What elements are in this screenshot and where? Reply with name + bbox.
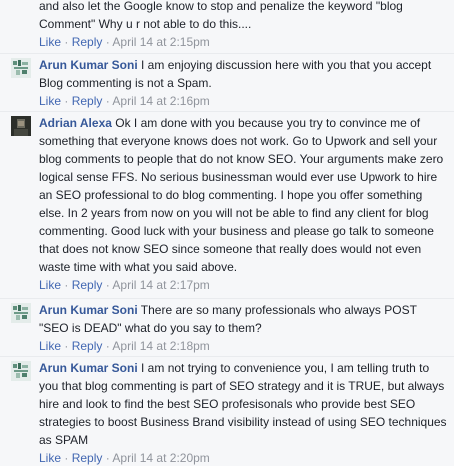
comment-author[interactable]: Adrian Alexa [39, 116, 112, 130]
like-link[interactable]: Like [39, 35, 61, 49]
comment-actions: Like · Reply · April 14 at 2:15pm [39, 34, 448, 50]
avatar[interactable] [11, 116, 31, 136]
like-link[interactable]: Like [39, 278, 61, 292]
separator-dot: · [105, 339, 110, 353]
comment-actions: Like · Reply · April 14 at 2:18pm [39, 338, 448, 354]
avatar[interactable] [11, 361, 31, 381]
reply-link[interactable]: Reply [72, 94, 103, 108]
comment-timestamp[interactable]: April 14 at 2:15pm [112, 35, 209, 49]
reply-link[interactable]: Reply [72, 278, 103, 292]
comment-timestamp[interactable]: April 14 at 2:18pm [112, 339, 209, 353]
separator-dot: · [64, 94, 69, 108]
comment-timestamp[interactable]: April 14 at 2:20pm [112, 451, 209, 465]
comment-text: Adrian Alexa Ok I am done with you becau… [39, 114, 448, 276]
comment-actions: Like · Reply · April 14 at 2:16pm [39, 93, 448, 109]
profile-photo-icon [11, 116, 31, 136]
comment-actions: Like · Reply · April 14 at 2:20pm [39, 450, 448, 466]
comment-author[interactable]: Arun Kumar Soni [39, 303, 138, 317]
avatar[interactable] [11, 58, 31, 78]
separator-dot: · [64, 35, 69, 49]
separator-dot: · [105, 451, 110, 465]
comment-text: Arun Kumar Soni I am enjoying discussion… [39, 56, 448, 92]
comment-actions: Like · Reply · April 14 at 2:17pm [39, 277, 448, 293]
comment-text: Arun Kumar Soni I am not trying to conve… [39, 359, 448, 449]
divider [0, 298, 454, 299]
comment-thread: and also let the Google know to stop and… [0, 0, 454, 465]
reply-link[interactable]: Reply [72, 451, 103, 465]
separator-dot: · [64, 451, 69, 465]
like-link[interactable]: Like [39, 339, 61, 353]
profile-photo-icon [11, 361, 31, 381]
profile-photo-icon [11, 303, 31, 323]
profile-photo-icon [11, 58, 31, 78]
separator-dot: · [105, 35, 110, 49]
comment-text: Arun Kumar Soni There are so many profes… [39, 301, 448, 337]
comment-timestamp[interactable]: April 14 at 2:17pm [112, 278, 209, 292]
comment-author[interactable]: Arun Kumar Soni [39, 361, 138, 375]
separator-dot: · [64, 339, 69, 353]
divider [0, 356, 454, 357]
comment-text: and also let the Google know to stop and… [39, 0, 403, 31]
separator-dot: · [105, 278, 110, 292]
comment-timestamp[interactable]: April 14 at 2:16pm [112, 94, 209, 108]
divider [0, 111, 454, 112]
like-link[interactable]: Like [39, 451, 61, 465]
reply-link[interactable]: Reply [72, 339, 103, 353]
divider [0, 53, 454, 54]
avatar[interactable] [11, 303, 31, 323]
comment-message: Ok I am done with you because you try to… [39, 116, 444, 274]
like-link[interactable]: Like [39, 94, 61, 108]
comment-author[interactable]: Arun Kumar Soni [39, 58, 138, 72]
reply-link[interactable]: Reply [72, 35, 103, 49]
separator-dot: · [64, 278, 69, 292]
separator-dot: · [105, 94, 110, 108]
